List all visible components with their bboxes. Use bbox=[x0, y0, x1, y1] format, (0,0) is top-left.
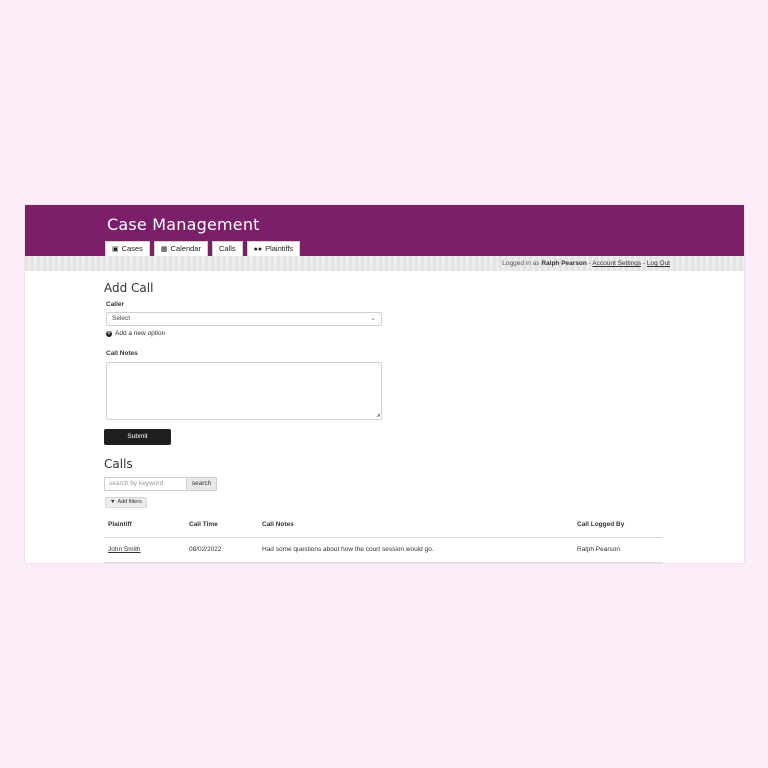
tab-calls-label: Calls bbox=[218, 244, 236, 253]
caller-select-value: Select bbox=[112, 315, 131, 322]
column-header-call-time: Call Time bbox=[189, 521, 218, 528]
separator: - bbox=[642, 260, 646, 267]
add-new-option-link[interactable]: + Add a new option bbox=[106, 330, 165, 337]
briefcase-icon: ▣ bbox=[112, 245, 119, 253]
add-filters-label: Add filters bbox=[117, 499, 142, 505]
table-header: Plaintiff Call Time Call Notes Call Logg… bbox=[104, 513, 663, 538]
submit-button[interactable]: Submit bbox=[104, 429, 171, 445]
app-window: Case Management ▣ Cases ▦ Calendar Calls… bbox=[25, 205, 744, 563]
user-info: Logged in as Ralph Pearson - Account Set… bbox=[502, 256, 670, 271]
tab-cases[interactable]: ▣ Cases bbox=[105, 241, 150, 256]
search-input[interactable]: search by keyword bbox=[104, 477, 186, 491]
add-call-heading: Add Call bbox=[104, 281, 154, 295]
column-header-plaintiff: Plaintiff bbox=[108, 521, 132, 528]
user-name: Ralph Pearson bbox=[541, 260, 587, 267]
logged-by-cell: Ralph Pearson bbox=[577, 546, 620, 553]
users-icon: ●● bbox=[253, 245, 263, 253]
app-header: Case Management ▣ Cases ▦ Calendar Calls… bbox=[25, 205, 744, 256]
account-settings-link[interactable]: Account Settings bbox=[592, 260, 641, 267]
tab-calendar-label: Calendar bbox=[170, 244, 201, 253]
call-notes-cell: Had some questions about how the court s… bbox=[262, 546, 434, 553]
column-header-call-notes: Call Notes bbox=[262, 521, 294, 528]
column-header-logged-by: Call Logged By bbox=[577, 521, 625, 528]
app-title: Case Management bbox=[107, 215, 260, 234]
call-notes-label: Call Notes bbox=[106, 350, 138, 357]
search-button[interactable]: search bbox=[186, 477, 217, 491]
calendar-icon: ▦ bbox=[160, 245, 168, 253]
user-bar: Logged in as Ralph Pearson - Account Set… bbox=[25, 256, 744, 271]
calls-table: Plaintiff Call Time Call Notes Call Logg… bbox=[104, 513, 663, 563]
filter-icon: ▼ bbox=[110, 499, 116, 505]
search-bar: search by keyword search bbox=[104, 477, 217, 491]
resize-handle-icon[interactable]: ◢ bbox=[376, 412, 380, 418]
add-new-option-label: Add a new option bbox=[115, 330, 166, 337]
plus-circle-icon: + bbox=[106, 330, 112, 337]
plaintiff-link[interactable]: John Smith bbox=[108, 546, 141, 553]
tab-plaintiffs[interactable]: ●● Plaintiffs bbox=[246, 241, 301, 256]
separator: - bbox=[588, 260, 591, 267]
chevron-down-icon: ⌄ bbox=[370, 315, 376, 322]
tab-calls[interactable]: Calls bbox=[211, 241, 243, 256]
logout-link[interactable]: Log Out bbox=[647, 260, 670, 267]
nav-tabs: ▣ Cases ▦ Calendar Calls ●● Plaintiffs bbox=[105, 241, 301, 256]
caller-select[interactable]: Select ⌄ bbox=[106, 312, 382, 326]
call-notes-textarea[interactable]: ◢ bbox=[106, 362, 382, 420]
tab-plaintiffs-label: Plaintiffs bbox=[265, 244, 294, 253]
caller-label: Caller bbox=[106, 301, 125, 308]
call-time-cell: 08/02/2022 bbox=[189, 546, 222, 553]
tab-calendar[interactable]: ▦ Calendar bbox=[153, 241, 208, 256]
calls-heading: Calls bbox=[104, 457, 133, 471]
table-row: John Smith 08/02/2022 Had some questions… bbox=[104, 538, 663, 563]
tab-cases-label: Cases bbox=[121, 244, 143, 253]
logged-in-prefix: Logged in as bbox=[502, 260, 540, 267]
add-filters-button[interactable]: ▼ Add filters bbox=[105, 497, 147, 508]
